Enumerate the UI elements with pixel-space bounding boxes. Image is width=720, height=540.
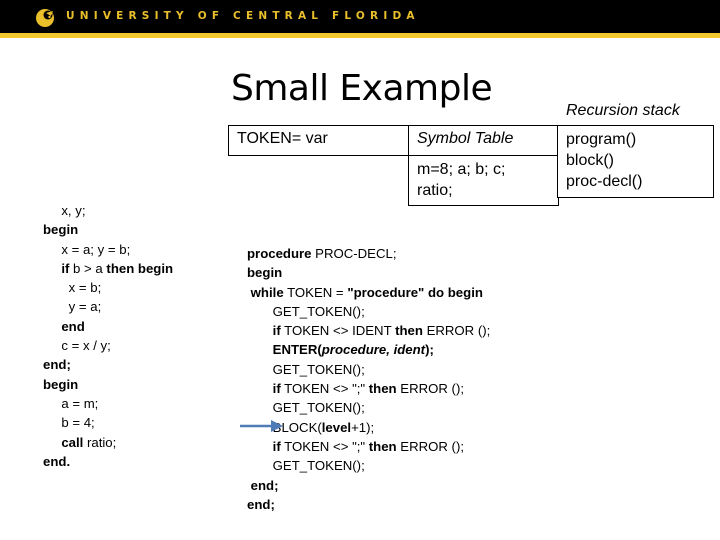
code-token: end;	[247, 496, 275, 512]
code-token: then begin	[106, 260, 174, 276]
pegasus-logo-icon	[36, 9, 54, 27]
code-token: TOKEN <> IDENT	[280, 323, 396, 339]
code-token: while	[250, 284, 284, 300]
code-line: x = b;	[43, 278, 173, 297]
token-label: TOKEN= var	[237, 130, 328, 147]
code-token: begin	[43, 376, 79, 392]
code-line: BLOCK(level+1);	[247, 418, 490, 437]
code-line: begin	[43, 220, 173, 239]
code-token: ERROR ();	[396, 381, 465, 397]
code-token: begin	[43, 222, 79, 238]
code-line: GET_TOKEN();	[247, 456, 490, 475]
code-token: +1);	[351, 419, 375, 435]
token-box: TOKEN= var	[228, 125, 409, 156]
header-accent-stripe	[0, 33, 720, 38]
code-line: c = x / y;	[43, 336, 173, 355]
code-line: end	[43, 317, 173, 336]
code-token: ratio;	[83, 434, 117, 450]
right-arrow-icon	[240, 420, 283, 432]
code-token: procedure, ident	[321, 342, 426, 358]
code-token: ERROR ();	[396, 438, 465, 454]
code-token: GET_TOKEN();	[272, 458, 365, 474]
code-line: GET_TOKEN();	[247, 398, 490, 417]
recursion-stack-label: Recursion stack	[566, 102, 680, 119]
code-line: call ratio;	[43, 433, 173, 452]
symbol-table-entries: m=8; a; b; c; ratio;	[408, 155, 559, 206]
code-token: TOKEN <> ";"	[280, 381, 369, 397]
code-token: end.	[43, 453, 71, 469]
code-token: level	[321, 419, 352, 435]
code-token: );	[425, 342, 434, 358]
university-name: UNIVERSITY OF CENTRAL FLORIDA	[66, 10, 420, 22]
code-line: if TOKEN <> ";" then ERROR ();	[247, 437, 490, 456]
code-line: GET_TOKEN();	[247, 360, 490, 379]
code-line: GET_TOKEN();	[247, 302, 490, 321]
code-token: PROC-DECL;	[311, 246, 397, 261]
code-token: end;	[250, 477, 279, 493]
code-line: if TOKEN <> ";" then ERROR ();	[247, 379, 490, 398]
code-token: GET_TOKEN();	[272, 361, 365, 377]
code-token: if	[272, 381, 281, 397]
header-bar: UNIVERSITY OF CENTRAL FLORIDA	[0, 0, 720, 33]
code-line: end;	[247, 476, 490, 495]
code-token: then	[395, 323, 423, 339]
code-token: b > a	[69, 260, 107, 276]
code-line: while TOKEN = "procedure" do begin	[247, 283, 490, 302]
code-token: x = b;	[68, 280, 102, 296]
code-token: end	[61, 318, 85, 334]
code-token: TOKEN <> ";"	[280, 438, 369, 454]
code-token: b = 4;	[61, 415, 95, 431]
slide-title: Small Example	[231, 68, 493, 109]
code-line: y = a;	[43, 297, 173, 316]
source-program-code: x, y; begin x = a; y = b; if b > a then b…	[43, 201, 173, 471]
code-line: b = 4;	[43, 413, 173, 432]
recursion-stack-item: block()	[566, 152, 615, 169]
symbol-table-title: Symbol Table	[417, 130, 514, 147]
code-line: if TOKEN <> IDENT then ERROR ();	[247, 321, 491, 340]
code-line: x = a; y = b;	[43, 240, 173, 259]
code-token: begin	[247, 265, 283, 281]
code-line: x, y;	[43, 201, 173, 220]
recursion-stack-box: program() block() proc-decl()	[557, 125, 714, 198]
code-token: y = a;	[68, 299, 102, 315]
code-token: end;	[43, 357, 71, 373]
code-token: if	[272, 438, 281, 454]
code-token: "procedure" do begin	[347, 284, 483, 300]
code-token: procedure	[247, 246, 312, 261]
code-token: call	[61, 434, 84, 450]
code-token: x, y;	[61, 203, 86, 218]
code-token: then	[368, 381, 397, 397]
recursion-stack-item: proc-decl()	[566, 173, 643, 190]
symbol-table-header: Symbol Table	[408, 125, 559, 156]
recursion-stack-item: program()	[566, 131, 637, 148]
code-token: GET_TOKEN();	[272, 400, 365, 416]
code-line: a = m;	[43, 394, 173, 413]
code-token: c = x / y;	[61, 338, 111, 354]
code-line: end;	[43, 355, 173, 374]
code-line: procedure PROC-DECL;	[247, 244, 490, 263]
code-line: if b > a then begin	[43, 259, 173, 278]
code-line: end.	[43, 452, 173, 471]
code-token: GET_TOKEN();	[272, 303, 365, 319]
proc-decl-parser-code: procedure PROC-DECL; begin while TOKEN = …	[247, 244, 490, 514]
code-line: ENTER(procedure, ident);	[247, 340, 490, 359]
code-token: a = m;	[61, 395, 99, 411]
code-token: then	[368, 438, 397, 454]
code-line: begin	[247, 263, 490, 282]
code-token: if	[272, 323, 281, 339]
symbol-table-line: ratio;	[417, 182, 453, 199]
code-line: begin	[43, 375, 173, 394]
code-token: ENTER(	[272, 342, 322, 358]
symbol-table-line: m=8; a; b; c;	[417, 161, 506, 178]
code-token: TOKEN =	[283, 284, 348, 300]
code-line: end;	[247, 495, 490, 514]
code-token: ERROR ();	[422, 323, 491, 339]
code-token: x = a; y = b;	[61, 241, 131, 257]
